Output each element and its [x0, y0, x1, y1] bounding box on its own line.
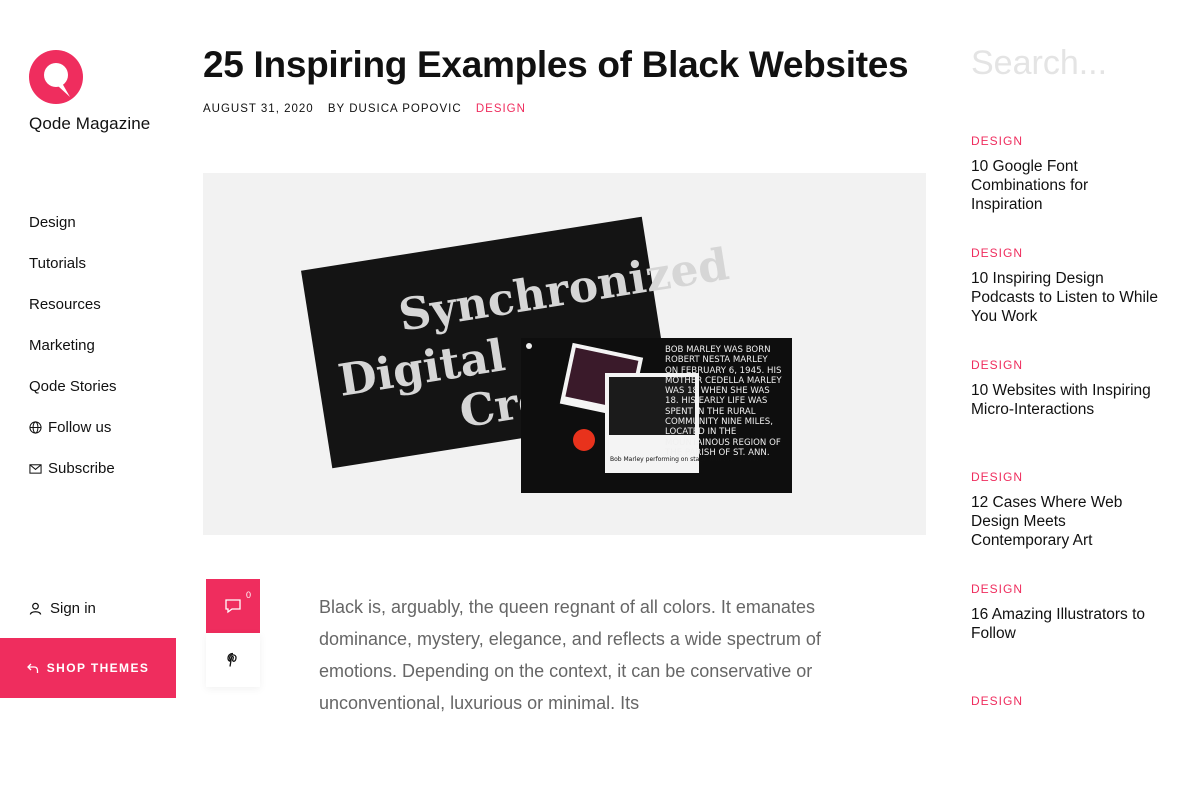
nav-item-label: Subscribe [48, 460, 115, 477]
envelope-icon [29, 464, 42, 474]
nav-item-qode-stories[interactable]: Qode Stories [29, 378, 117, 419]
post-title[interactable]: 10 Inspiring Design Podcasts to Listen t… [971, 269, 1161, 326]
sign-in-link[interactable]: Sign in [29, 600, 96, 617]
article-author[interactable]: BY DUSICA POPOVIC [328, 103, 462, 115]
post-category[interactable]: DESIGN [971, 582, 1161, 596]
nav-item-label: Resources [29, 296, 101, 313]
nav-item-design[interactable]: Design [29, 214, 117, 255]
sidebar-post: DESIGN 10 Google Font Combinations for I… [971, 134, 1161, 246]
qode-logo-icon[interactable] [29, 50, 83, 104]
nav-item-marketing[interactable]: Marketing [29, 337, 117, 378]
post-category[interactable]: DESIGN [971, 358, 1161, 372]
post-title[interactable]: 10 Google Font Combinations for Inspirat… [971, 157, 1161, 214]
post-category[interactable]: DESIGN [971, 470, 1161, 484]
comment-icon [225, 599, 241, 614]
nav-item-label: Qode Stories [29, 378, 117, 395]
nav-item-resources[interactable]: Resources [29, 296, 117, 337]
shop-themes-label: SHOP THEMES [46, 661, 150, 675]
article-category[interactable]: DESIGN [476, 103, 526, 115]
pinterest-icon [227, 652, 237, 667]
nav-item-follow-us[interactable]: Follow us [29, 419, 117, 460]
post-title[interactable]: 10 Websites with Inspiring Micro-Interac… [971, 381, 1161, 419]
post-title[interactable]: 16 Amazing Illustrators to Follow [971, 605, 1161, 643]
pinterest-share-button[interactable] [206, 633, 260, 687]
post-category[interactable]: DESIGN [971, 694, 1161, 708]
article-date[interactable]: AUGUST 31, 2020 [203, 103, 314, 115]
shop-themes-button[interactable]: SHOP THEMES [0, 638, 176, 698]
article-body: Black is, arguably, the queen regnant of… [319, 597, 821, 713]
nav-item-label: Marketing [29, 337, 95, 354]
post-category[interactable]: DESIGN [971, 134, 1161, 148]
article-title: 25 Inspiring Examples of Black Websites [203, 44, 909, 85]
main-nav: Design Tutorials Resources Marketing Qod… [29, 214, 117, 501]
brand-name[interactable]: Qode Magazine [29, 114, 150, 134]
comment-share-button[interactable]: 0 [206, 579, 260, 633]
search-input[interactable] [971, 44, 1171, 83]
sidebar-post: DESIGN 10 Inspiring Design Podcasts to L… [971, 246, 1161, 358]
sidebar-post: DESIGN 10 Websites with Inspiring Micro-… [971, 358, 1161, 470]
post-title[interactable]: 12 Cases Where Web Design Meets Contempo… [971, 493, 1161, 550]
nav-item-label: Tutorials [29, 255, 86, 272]
globe-icon [29, 421, 42, 434]
user-icon [29, 602, 42, 615]
return-arrow-icon [26, 663, 38, 673]
sidebar-post-list: DESIGN 10 Google Font Combinations for I… [971, 134, 1161, 806]
nav-item-label: Design [29, 214, 76, 231]
sidebar-post: DESIGN [971, 694, 1161, 806]
post-category[interactable]: DESIGN [971, 246, 1161, 260]
sign-in-label: Sign in [50, 600, 96, 617]
article-meta: AUGUST 31, 2020 BY DUSICA POPOVIC DESIGN [203, 103, 536, 115]
nav-item-subscribe[interactable]: Subscribe [29, 460, 117, 501]
hero-image: Synchronized Digital Crea Bob Marley per… [203, 173, 926, 535]
bio-text: BOB MARLEY WAS BORN ROBERT NESTA MARLEY … [665, 345, 782, 458]
comment-count: 0 [245, 590, 251, 600]
sidebar-post: DESIGN 16 Amazing Illustrators to Follow [971, 582, 1161, 694]
nav-item-label: Follow us [48, 419, 112, 436]
nav-item-tutorials[interactable]: Tutorials [29, 255, 117, 296]
hero-illustration: Synchronized Digital Crea Bob Marley per… [301, 216, 792, 493]
sidebar-post: DESIGN 12 Cases Where Web Design Meets C… [971, 470, 1161, 582]
